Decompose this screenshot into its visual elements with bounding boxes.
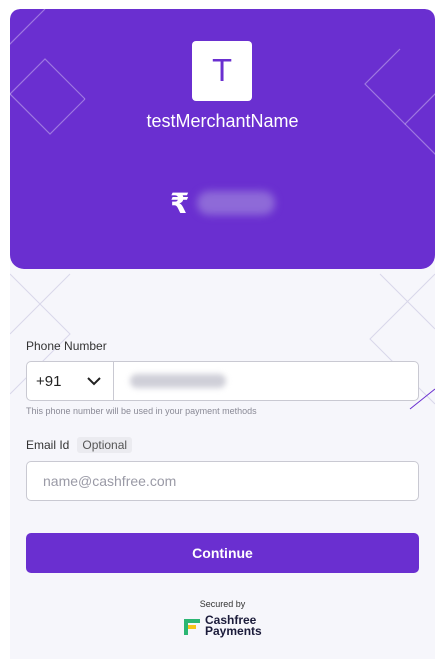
- order-amount: ₹: [170, 185, 276, 221]
- merchant-header: T testMerchantName ₹: [10, 9, 435, 269]
- continue-button[interactable]: Continue: [26, 533, 419, 573]
- phone-hint: This phone number will be used in your p…: [26, 406, 257, 416]
- rupee-icon: ₹: [170, 186, 190, 220]
- phone-value-redacted: [130, 374, 226, 388]
- secured-by-label: Secured by: [199, 599, 246, 609]
- email-input[interactable]: [26, 461, 419, 501]
- phone-label: Phone Number: [26, 339, 107, 353]
- country-code-select[interactable]: +91: [27, 362, 114, 400]
- phone-input[interactable]: [114, 362, 418, 400]
- amount-redacted: [197, 191, 276, 215]
- brand-line-2: Payments: [205, 624, 262, 638]
- optional-badge: Optional: [77, 437, 133, 453]
- email-label-row: Email Id Optional: [26, 437, 133, 453]
- chevron-down-icon: [87, 377, 101, 386]
- checkout-card: T testMerchantName ₹ Phone Number +91 Th…: [10, 9, 435, 659]
- email-label: Email Id: [26, 438, 70, 452]
- merchant-name: testMerchantName: [146, 111, 299, 131]
- country-code-value: +91: [36, 372, 62, 390]
- merchant-logo: T: [192, 41, 252, 101]
- cashfree-brand: Cashfree Payments: [182, 614, 262, 638]
- cashfree-logo-icon: [184, 619, 200, 635]
- phone-field: +91: [26, 361, 419, 401]
- brand-name: Cashfree Payments: [205, 614, 262, 638]
